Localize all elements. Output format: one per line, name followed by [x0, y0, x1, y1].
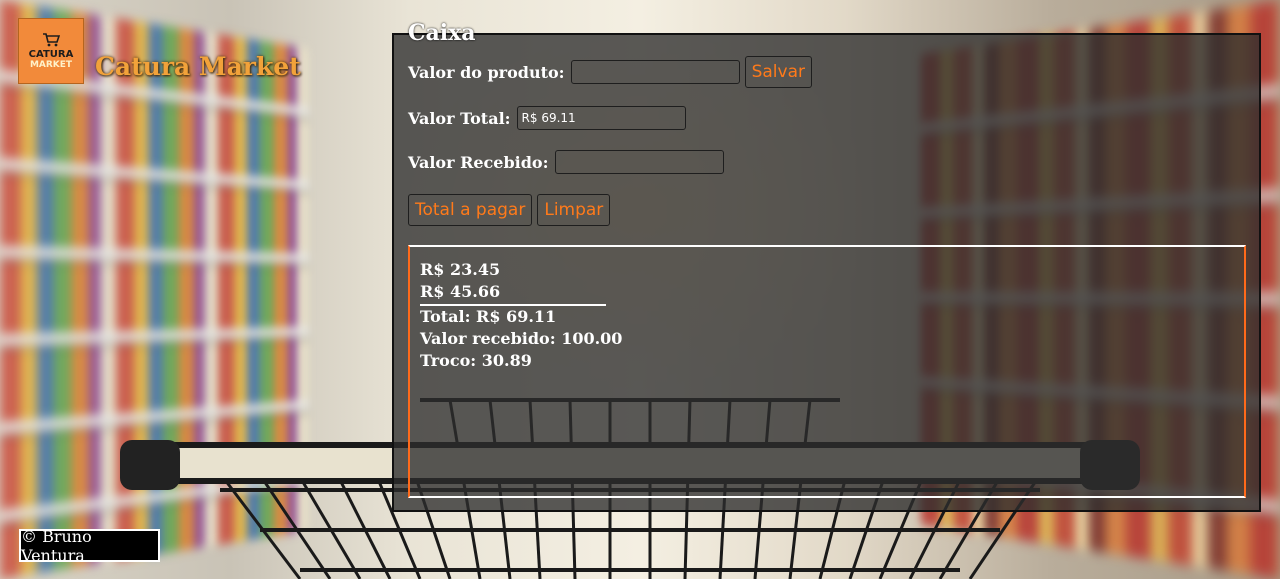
total-value-input[interactable] — [516, 106, 686, 130]
cart-icon — [43, 32, 60, 46]
product-value-label: Valor do produto: — [408, 62, 565, 82]
received-value-label: Valor Recebido: — [408, 152, 549, 172]
catura-market-logo[interactable]: CATURA MARKET — [18, 18, 84, 84]
receipt-area: R$ 23.45 R$ 45.66 Total: R$ 69.11 Valor … — [408, 245, 1246, 498]
total-to-pay-button[interactable]: Total a pagar — [408, 194, 533, 226]
save-button[interactable]: Salvar — [744, 56, 812, 88]
logo-text-line1: CATURA — [28, 48, 74, 60]
product-value-row: Valor do produto: Salvar — [408, 56, 812, 88]
logo-text-line2: MARKET — [29, 59, 73, 70]
copyright-footer: © Bruno Ventura — [19, 527, 160, 565]
receipt-item: R$ 45.66 — [420, 282, 501, 301]
total-value-label: Valor Total: — [408, 108, 511, 128]
product-value-input[interactable] — [570, 60, 740, 84]
received-value-input[interactable] — [554, 150, 724, 174]
action-buttons-row: Total a pagar Limpar — [408, 194, 611, 226]
receipt-received: Valor recebido: 100.00 — [420, 329, 623, 348]
received-value-row: Valor Recebido: — [408, 150, 724, 174]
receipt-total: Total: R$ 69.11 — [420, 307, 557, 326]
brand-name: Catura Market — [95, 52, 301, 81]
receipt-item: R$ 23.45 — [420, 260, 501, 279]
panel-title: Caixa — [408, 20, 476, 46]
clear-button[interactable]: Limpar — [537, 194, 611, 226]
receipt-change: Troco: 30.89 — [420, 351, 532, 370]
total-value-row: Valor Total: — [408, 106, 686, 130]
